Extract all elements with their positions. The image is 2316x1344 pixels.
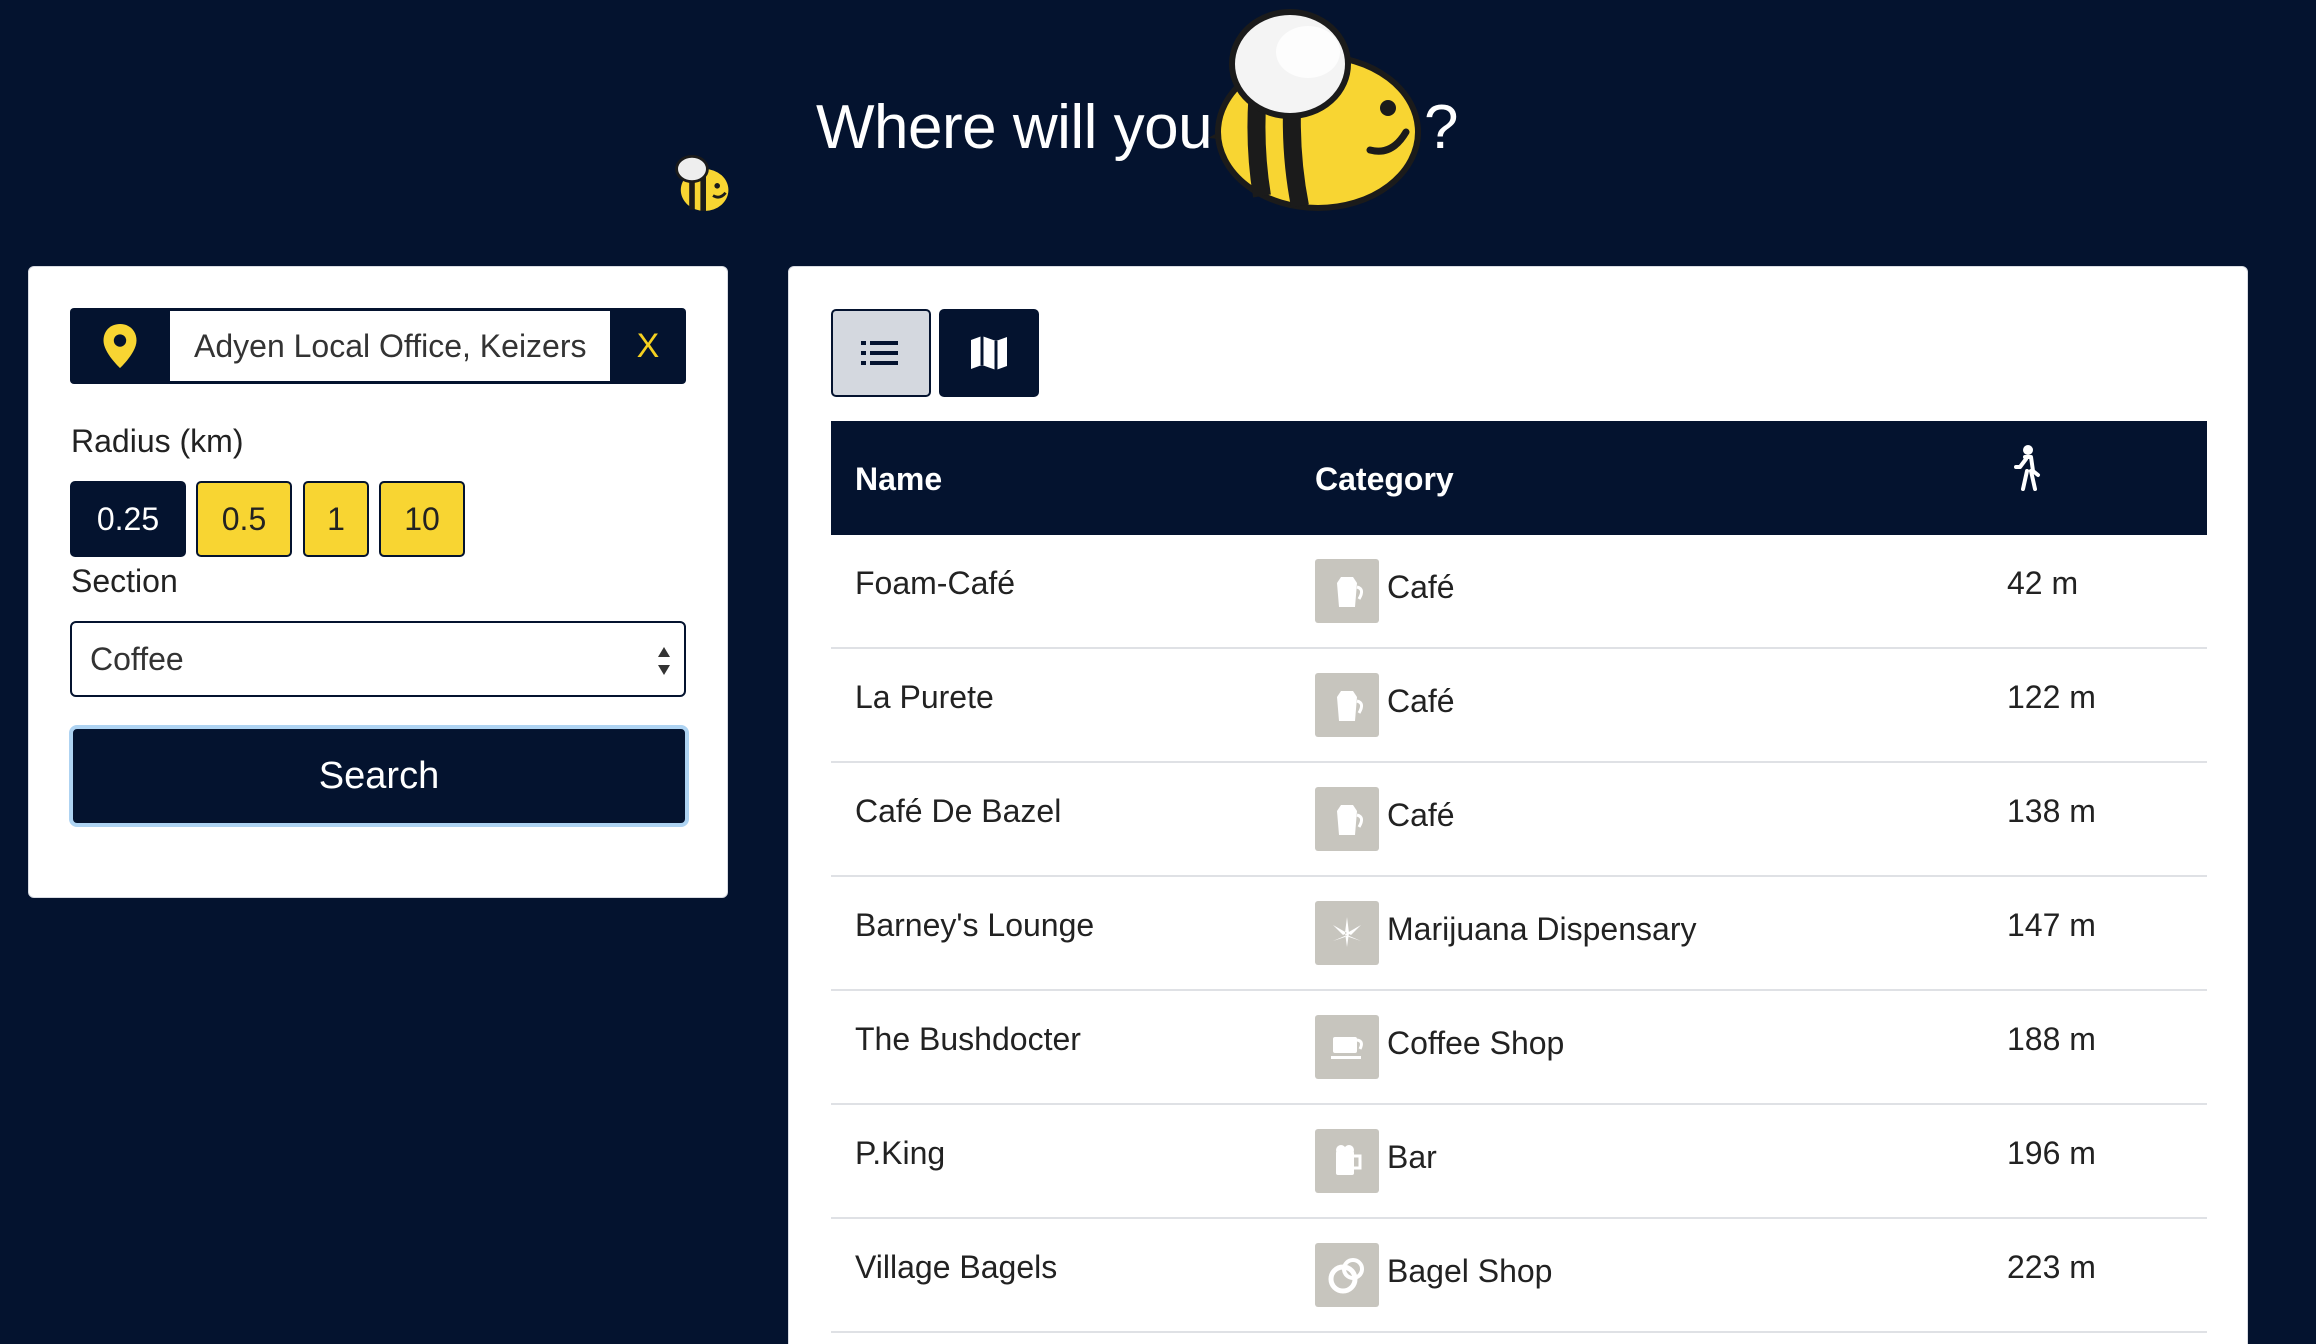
result-category: Marijuana Dispensary (1387, 911, 1697, 947)
table-body: Foam-Café Café 42 m La Purete Café 122 m Café … (831, 535, 2207, 1333)
beer-mug-icon (1315, 1129, 1379, 1193)
results-panel: Name Category Foam-Café Café 42 m La Purete… (788, 266, 2248, 1344)
section-label: Section (71, 563, 178, 599)
result-category: Bar (1387, 1139, 1437, 1175)
search-button[interactable]: Search (69, 725, 689, 827)
radius-option-1[interactable]: 1 (303, 481, 369, 557)
radius-label: Radius (km) (71, 423, 244, 459)
result-category: Bagel Shop (1387, 1253, 1553, 1289)
table-row[interactable]: P.King Bar 196 m (831, 1105, 2207, 1219)
small-bee-logo-icon (675, 155, 729, 211)
clear-location-button[interactable]: X (610, 308, 686, 384)
result-distance: 138 m (2007, 793, 2096, 829)
radius-option-0.25[interactable]: 0.25 (70, 481, 186, 557)
result-category: Café (1387, 683, 1455, 719)
bee-logo-icon (1208, 9, 1421, 211)
header-question-mark: ? (1424, 93, 1459, 162)
bagel-icon (1315, 1243, 1379, 1307)
table-header: Name Category (831, 421, 2207, 535)
map-icon (971, 336, 1007, 370)
result-distance: 147 m (2007, 907, 2096, 943)
radius-option-0.5[interactable]: 0.5 (196, 481, 292, 557)
result-name[interactable]: P.King (855, 1135, 945, 1172)
list-icon (861, 341, 898, 365)
result-distance: 223 m (2007, 1249, 2096, 1285)
location-pin-icon (70, 308, 170, 384)
cafe-icon (1315, 673, 1379, 737)
result-name[interactable]: Barney's Lounge (855, 907, 1094, 944)
table-row[interactable]: Barney's Lounge Marijuana Dispensary 147 m (831, 877, 2207, 991)
section-select-value: Coffee (90, 641, 184, 677)
results-table: Name Category Foam-Café Café 42 m La Purete… (831, 421, 2207, 1333)
select-arrows-icon (658, 647, 670, 675)
result-name[interactable]: Foam-Café (855, 565, 1015, 602)
search-panel: X Radius (km) 0.25 0.5 1 10 Section Coff… (28, 266, 728, 898)
table-row[interactable]: Café De Bazel Café 138 m (831, 763, 2207, 877)
radius-option-10[interactable]: 10 (379, 481, 465, 557)
result-name[interactable]: La Purete (855, 679, 994, 716)
map-view-button[interactable] (939, 309, 1039, 397)
cafe-icon (1315, 559, 1379, 623)
list-view-button[interactable] (831, 309, 931, 397)
location-input[interactable] (170, 311, 610, 381)
result-category: Coffee Shop (1387, 1025, 1565, 1061)
marijuana-icon (1315, 901, 1379, 965)
table-row[interactable]: The Bushdocter Coffee Shop 188 m (831, 991, 2207, 1105)
header-title: Where will you (816, 93, 1213, 162)
column-header-name[interactable]: Name (855, 461, 942, 498)
result-name[interactable]: Café De Bazel (855, 793, 1061, 830)
result-category: Café (1387, 797, 1455, 833)
result-distance: 122 m (2007, 679, 2096, 715)
app-root: Where will you ? X Radius (km) (0, 0, 2316, 1344)
result-name[interactable]: Village Bagels (855, 1249, 1057, 1286)
walking-distance-icon[interactable] (2011, 445, 2041, 499)
table-row[interactable]: Foam-Café Café 42 m (831, 535, 2207, 649)
header: Where will you ? (0, 0, 2316, 230)
result-distance: 188 m (2007, 1021, 2096, 1057)
result-distance: 42 m (2007, 565, 2079, 601)
result-category: Café (1387, 569, 1455, 605)
result-distance: 196 m (2007, 1135, 2096, 1171)
result-name[interactable]: The Bushdocter (855, 1021, 1081, 1058)
coffee-cup-icon (1315, 1015, 1379, 1079)
column-header-category[interactable]: Category (1315, 461, 1454, 498)
table-row[interactable]: La Purete Café 122 m (831, 649, 2207, 763)
section-select[interactable]: Coffee (70, 621, 686, 697)
location-input-group: X (70, 308, 686, 384)
cafe-icon (1315, 787, 1379, 851)
table-row[interactable]: Village Bagels Bagel Shop 223 m (831, 1219, 2207, 1333)
